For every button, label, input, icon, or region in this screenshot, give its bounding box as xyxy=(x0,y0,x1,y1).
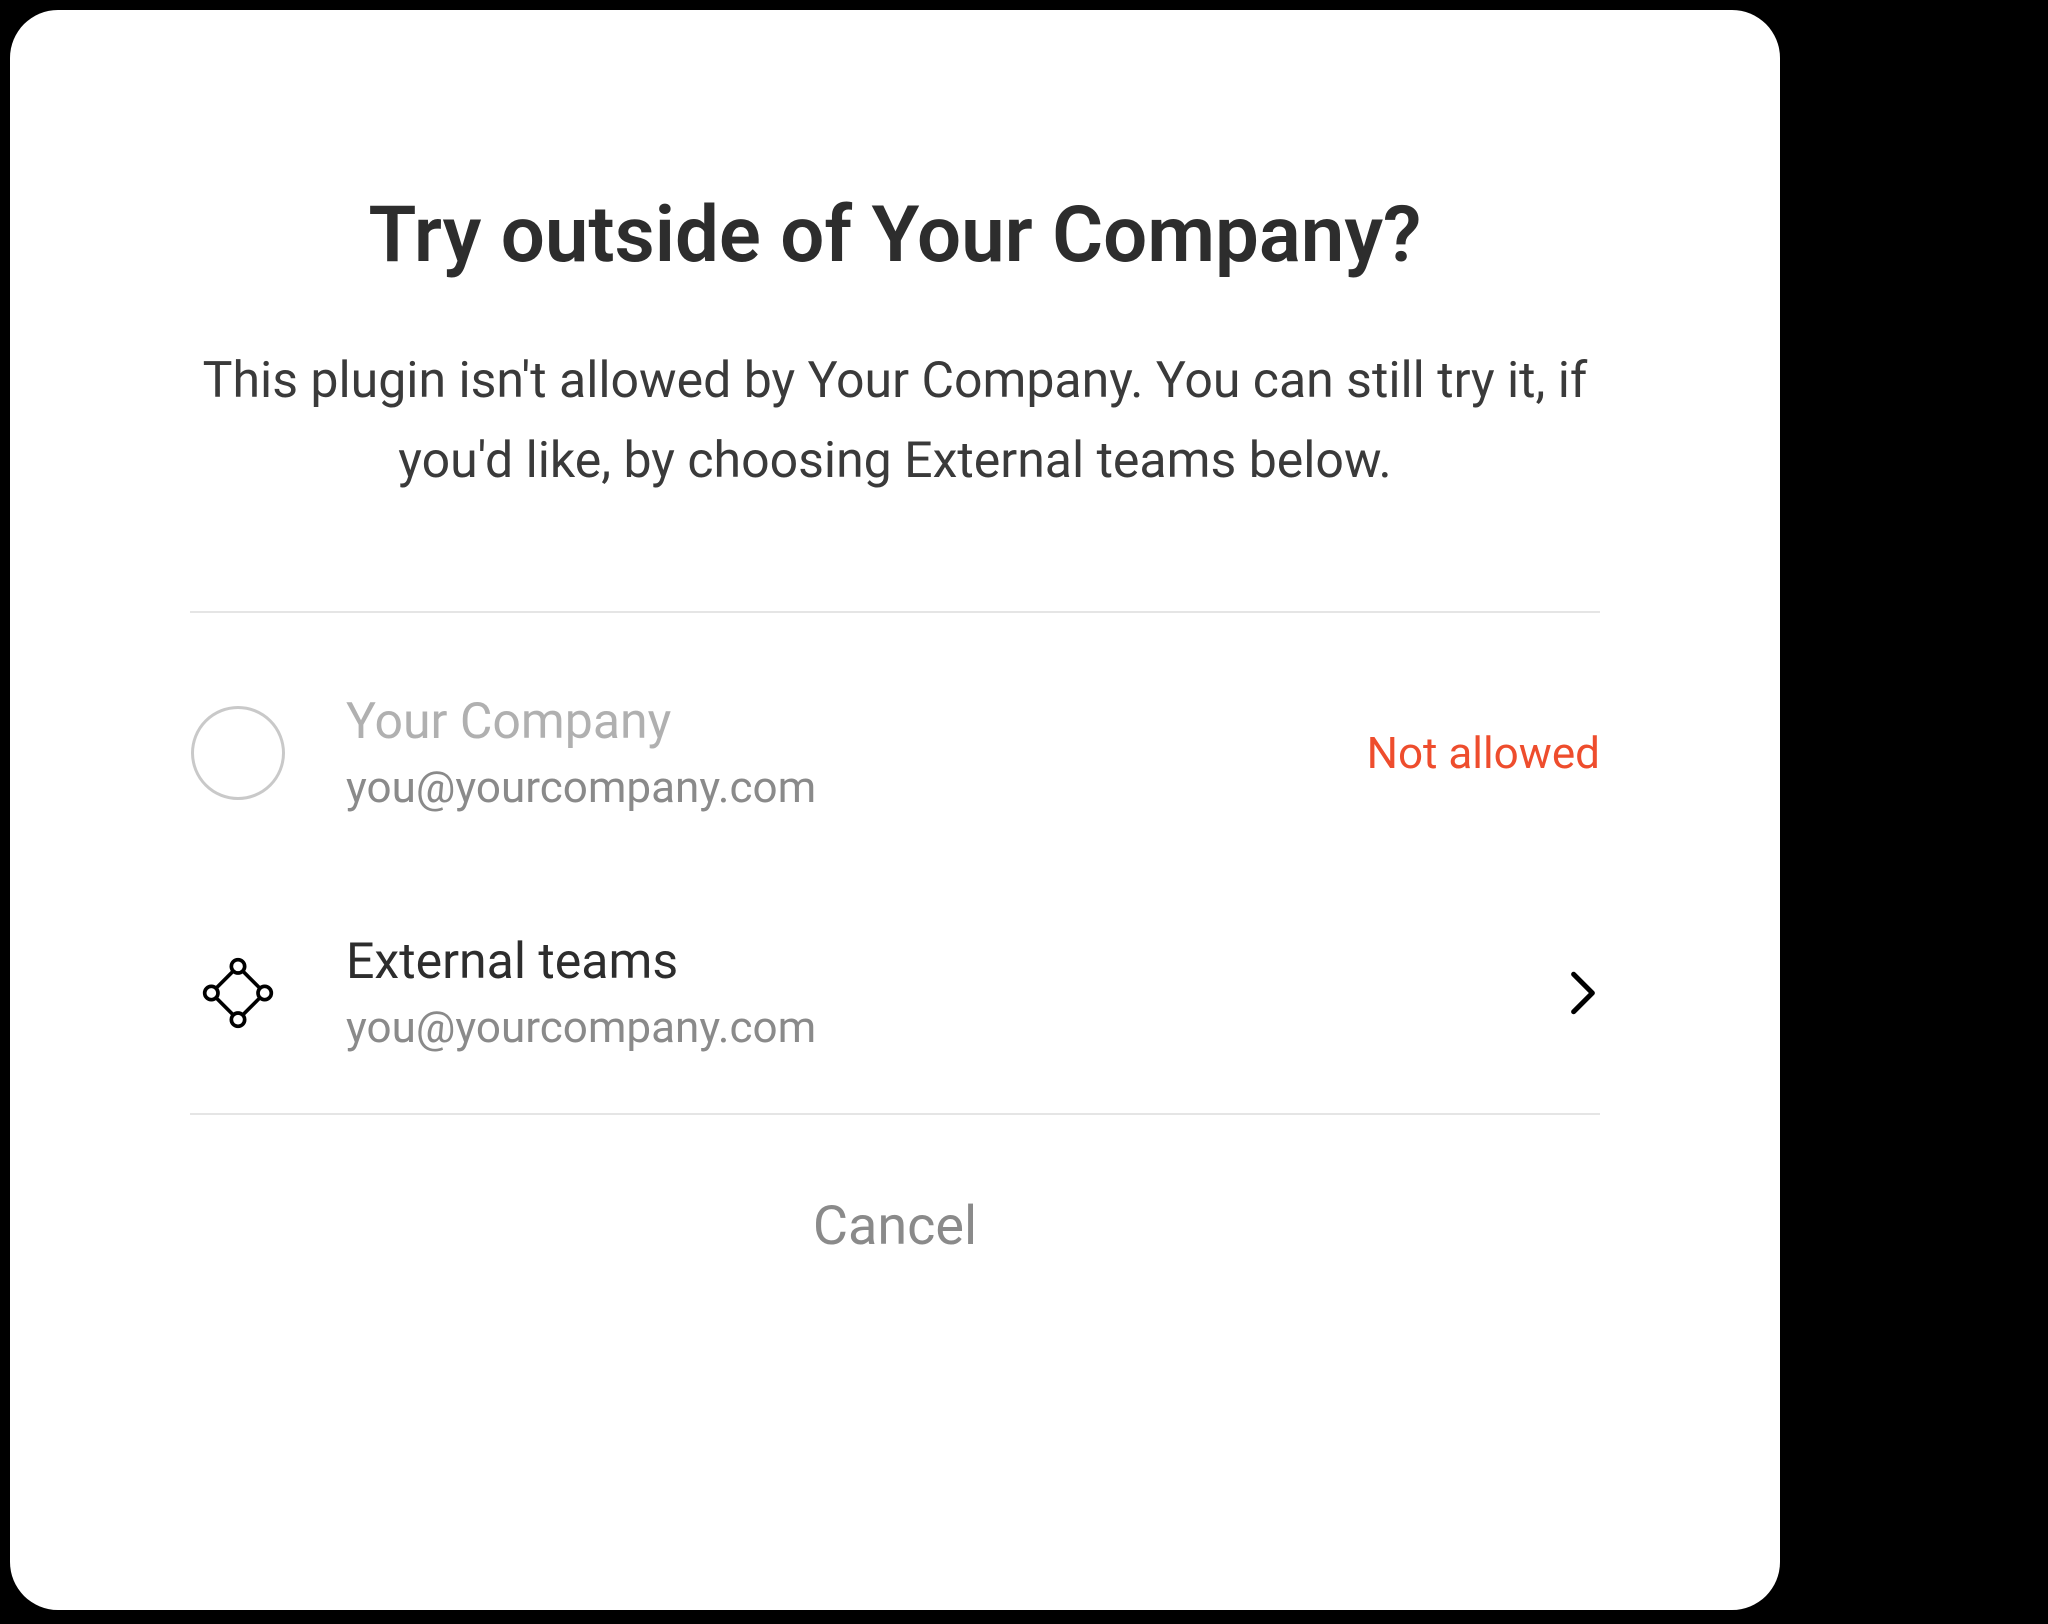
try-outside-dialog: Try outside of Your Company? This plugin… xyxy=(10,10,1780,1610)
dialog-description: This plugin isn't allowed by Your Compan… xyxy=(190,341,1600,501)
option-text: Your Company you@yourcompany.com xyxy=(346,693,1307,813)
company-email: you@yourcompany.com xyxy=(346,761,1307,813)
dialog-footer: Cancel xyxy=(190,1115,1600,1338)
team-options-list: Your Company you@yourcompany.com Not all… xyxy=(190,613,1600,1113)
company-avatar-placeholder xyxy=(190,705,286,801)
external-teams-email: you@yourcompany.com xyxy=(346,1001,1506,1053)
cancel-button[interactable]: Cancel xyxy=(813,1195,977,1258)
external-teams-icon xyxy=(190,945,286,1041)
circle-icon xyxy=(191,706,285,800)
not-allowed-badge: Not allowed xyxy=(1367,727,1600,779)
external-teams-name: External teams xyxy=(346,933,1506,991)
company-name: Your Company xyxy=(346,693,1307,751)
dialog-title: Try outside of Your Company? xyxy=(190,190,1600,281)
option-text: External teams you@yourcompany.com xyxy=(346,933,1506,1053)
option-external-teams[interactable]: External teams you@yourcompany.com xyxy=(190,873,1600,1113)
chevron-right-icon xyxy=(1566,968,1600,1018)
option-your-company: Your Company you@yourcompany.com Not all… xyxy=(190,613,1600,873)
